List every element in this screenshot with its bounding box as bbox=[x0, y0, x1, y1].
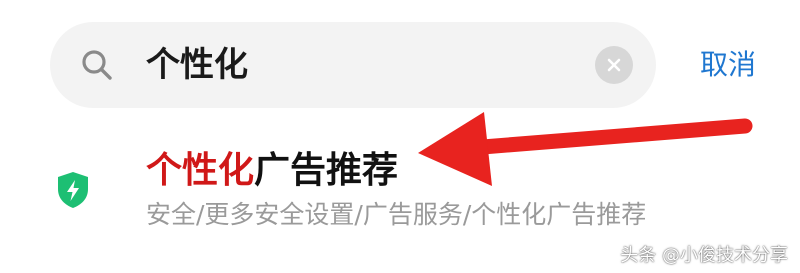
search-bar[interactable] bbox=[50, 22, 656, 108]
shield-icon bbox=[58, 172, 88, 208]
clear-search-button[interactable] bbox=[595, 46, 633, 84]
result-path: 安全/更多安全设置/广告服务/个性化广告推荐 bbox=[146, 200, 647, 229]
result-title-match: 个性化 bbox=[146, 150, 255, 191]
watermark: 头条 @小俊技术分享 bbox=[620, 245, 788, 266]
close-icon bbox=[607, 58, 621, 72]
result-title: 个性化广告推荐 bbox=[146, 148, 398, 194]
cancel-button[interactable]: 取消 bbox=[700, 45, 756, 85]
search-input[interactable] bbox=[146, 40, 566, 90]
search-result-item[interactable]: 个性化广告推荐 安全/更多安全设置/广告服务/个性化广告推荐 bbox=[0, 130, 800, 250]
search-results-screen: 取消 个性化广告推荐 安全/更多安全设置/广告服务/个性化广告推荐 头条 @小俊… bbox=[0, 0, 800, 273]
search-icon bbox=[82, 50, 112, 80]
result-title-rest: 广告推荐 bbox=[254, 150, 399, 191]
